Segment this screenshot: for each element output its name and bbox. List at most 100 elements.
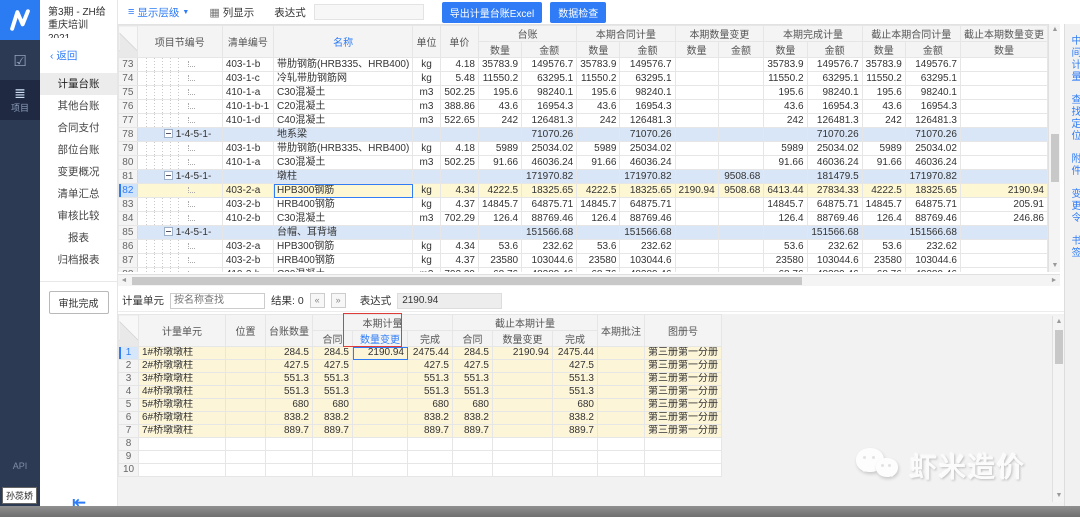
value-cell-2[interactable]: 53.6 — [577, 240, 620, 254]
value-cell-6[interactable]: 126.4 — [764, 212, 807, 226]
value-cell-4[interactable] — [675, 114, 718, 128]
value-cell-3[interactable] — [408, 451, 453, 464]
sidebar-item-3[interactable]: 部位台账 — [40, 139, 117, 161]
row-number[interactable]: 9 — [119, 451, 139, 464]
scroll-thumb[interactable] — [1051, 134, 1059, 182]
value-cell-7[interactable]: 71070.26 — [807, 128, 862, 142]
sidebar-item-4[interactable]: 变更概况 — [40, 161, 117, 183]
value-cell-5[interactable] — [493, 425, 553, 438]
value-cell-0[interactable]: 195.6 — [478, 86, 521, 100]
tree-cell[interactable] — [137, 86, 222, 100]
row-number[interactable]: 2 — [119, 360, 139, 373]
name-cell[interactable]: 冷轧带肋钢筋网 — [274, 72, 413, 86]
value-cell-9[interactable]: 103044.6 — [905, 254, 960, 268]
value-cell-2[interactable]: 68.76 — [577, 268, 620, 273]
name-cell[interactable]: 台帽、耳背墙 — [274, 226, 413, 240]
value-cell-5[interactable] — [718, 240, 764, 254]
sidebar-item-0[interactable]: 计量台账 — [40, 73, 117, 95]
unit-cell[interactable]: m3 — [413, 156, 440, 170]
value-cell-10[interactable] — [960, 58, 1047, 72]
value-cell-3[interactable]: 64875.71 — [620, 198, 675, 212]
value-cell-5[interactable] — [718, 58, 764, 72]
value-cell-10[interactable]: 2190.94 — [960, 184, 1047, 198]
value-cell-8[interactable]: 126.4 — [862, 212, 905, 226]
value-cell-3[interactable]: 680 — [408, 399, 453, 412]
value-cell-0[interactable]: 11550.2 — [478, 72, 521, 86]
value-cell-1[interactable]: 48289.46 — [522, 268, 577, 273]
value-cell-7[interactable]: 151566.68 — [807, 226, 862, 240]
value-cell-4[interactable] — [675, 226, 718, 240]
data-check-button[interactable]: 数据检查 — [550, 2, 606, 23]
value-cell-5[interactable] — [493, 399, 553, 412]
row-number[interactable]: 4 — [119, 386, 139, 399]
unit-tab-label[interactable]: 计量单元 — [122, 293, 164, 308]
price-cell[interactable]: 702.29 — [440, 268, 478, 273]
value-cell-0[interactable] — [478, 226, 521, 240]
tree-cell[interactable] — [137, 72, 222, 86]
value-cell-2[interactable]: 5989 — [577, 142, 620, 156]
value-cell-1[interactable] — [313, 464, 353, 477]
value-cell-7[interactable]: 27834.33 — [807, 184, 862, 198]
value-cell-1[interactable] — [313, 451, 353, 464]
value-cell-1[interactable]: 64875.71 — [522, 198, 577, 212]
name-cell[interactable]: C30混凝土 — [274, 156, 413, 170]
list-code-cell[interactable] — [222, 170, 273, 184]
unit-cell[interactable]: kg — [413, 254, 440, 268]
value-cell-0[interactable]: 126.4 — [478, 212, 521, 226]
name-cell[interactable]: C30混凝土 — [274, 86, 413, 100]
tree-cell[interactable]: 1-4-5-1- — [137, 170, 222, 184]
row-number[interactable]: 7 — [119, 425, 139, 438]
value-cell-7[interactable]: 46036.24 — [807, 156, 862, 170]
value-cell-1[interactable]: 98240.1 — [522, 86, 577, 100]
value-cell-1[interactable]: 171970.82 — [522, 170, 577, 184]
value-cell-8[interactable]: 35783.9 — [862, 58, 905, 72]
album-cell[interactable]: 第三册第一分册 — [645, 399, 722, 412]
value-cell-7[interactable]: 126481.3 — [807, 114, 862, 128]
value-cell-4[interactable] — [675, 268, 718, 273]
value-cell-3[interactable]: 88769.46 — [620, 212, 675, 226]
price-cell[interactable]: 4.34 — [440, 184, 478, 198]
value-cell-10[interactable] — [960, 156, 1047, 170]
tree-cell[interactable]: 1-4-5-1- — [137, 226, 222, 240]
value-cell-7[interactable]: 64875.71 — [807, 198, 862, 212]
value-cell-10[interactable] — [960, 72, 1047, 86]
price-cell[interactable]: 522.65 — [440, 114, 478, 128]
value-cell-6[interactable]: 551.3 — [553, 386, 598, 399]
row-number[interactable]: 78 — [119, 128, 138, 142]
unit-cell[interactable] — [413, 170, 440, 184]
value-cell-1[interactable]: 46036.24 — [522, 156, 577, 170]
value-cell-6[interactable]: 2475.44 — [553, 347, 598, 360]
name-cell[interactable]: 地系梁 — [274, 128, 413, 142]
value-cell-9[interactable]: 16954.3 — [905, 100, 960, 114]
value-cell-0[interactable]: 242 — [478, 114, 521, 128]
value-cell-3[interactable]: 103044.6 — [620, 254, 675, 268]
value-cell-7[interactable]: 25034.02 — [807, 142, 862, 156]
sidebar-item-8[interactable]: 归档报表 — [40, 249, 117, 271]
value-cell-9[interactable]: 18325.65 — [905, 184, 960, 198]
value-cell-3[interactable]: 232.62 — [620, 240, 675, 254]
tree-cell[interactable] — [137, 240, 222, 254]
value-cell-5[interactable] — [493, 412, 553, 425]
value-cell-2[interactable]: 126.4 — [577, 212, 620, 226]
value-cell-7[interactable]: 181479.5 — [807, 170, 862, 184]
sidebar-item-7[interactable]: 报表 — [40, 227, 117, 249]
value-cell-5[interactable] — [493, 464, 553, 477]
value-cell-2[interactable] — [353, 373, 408, 386]
row-number[interactable]: 88 — [119, 268, 138, 273]
tree-cell[interactable] — [137, 156, 222, 170]
column-display-button[interactable]: ▦ 列显示 — [203, 3, 260, 22]
value-cell-0[interactable]: 5989 — [478, 142, 521, 156]
value-cell-6[interactable]: 889.7 — [553, 425, 598, 438]
value-cell-4[interactable] — [453, 438, 493, 451]
name-cell[interactable]: HRB400钢筋 — [274, 254, 413, 268]
value-cell-10[interactable]: 205.91 — [960, 198, 1047, 212]
value-cell-4[interactable]: 551.3 — [453, 373, 493, 386]
row-number[interactable]: 6 — [119, 412, 139, 425]
value-cell-10[interactable] — [960, 170, 1047, 184]
subheader-数量变更[interactable]: 数量变更 — [353, 331, 408, 347]
value-cell-0[interactable] — [478, 170, 521, 184]
position-cell[interactable] — [226, 399, 266, 412]
note-cell[interactable] — [598, 438, 645, 451]
value-cell-4[interactable] — [675, 254, 718, 268]
unit-cell[interactable]: m3 — [413, 86, 440, 100]
